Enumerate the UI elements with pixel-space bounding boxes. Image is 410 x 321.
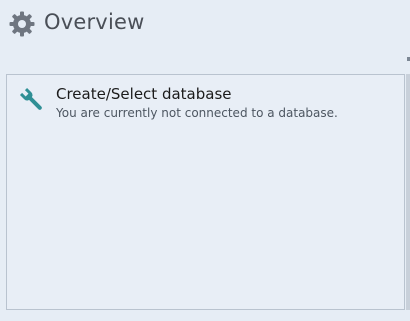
overview-header: Overview bbox=[0, 0, 410, 48]
gear-icon bbox=[8, 10, 36, 38]
panel-right-edge bbox=[406, 74, 410, 310]
item-subtitle: You are currently not connected to a dat… bbox=[56, 106, 338, 120]
item-title: Create/Select database bbox=[56, 85, 232, 103]
wrench-icon bbox=[18, 86, 46, 114]
page-title: Overview bbox=[44, 10, 145, 34]
create-select-database-item[interactable]: Create/Select database You are currently… bbox=[15, 83, 395, 127]
overview-panel: Create/Select database You are currently… bbox=[6, 74, 405, 310]
